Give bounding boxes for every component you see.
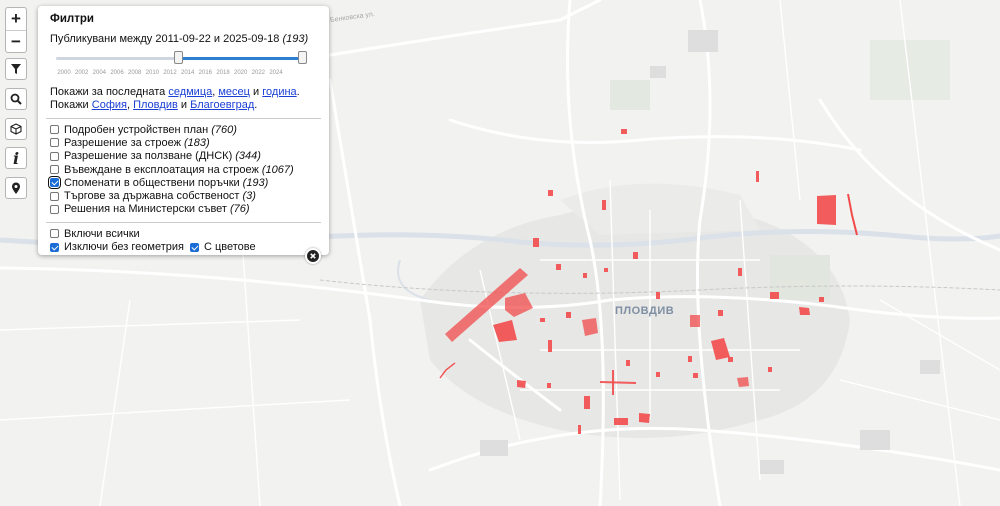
year-tick: 2012: [163, 70, 177, 76]
category-checkbox[interactable]: [48, 176, 61, 190]
close-panel-button[interactable]: [305, 248, 321, 264]
category-row[interactable]: Разрешение за строеж (183): [50, 136, 317, 149]
year-tick: 2024: [269, 70, 283, 76]
link-year[interactable]: година: [262, 86, 296, 98]
year-tick: 2006: [110, 70, 124, 76]
link-blagoevgrad[interactable]: Благоевград: [190, 99, 254, 111]
range-end-handle[interactable]: [298, 51, 307, 64]
link-week[interactable]: седмица: [168, 86, 212, 98]
category-row[interactable]: Въвеждане в експлоатация на строеж (1067): [50, 163, 317, 176]
city-label: ПЛОВДИВ: [615, 305, 675, 317]
filters-panel: Филтри Публикувани между 2011-09-22 и 20…: [38, 6, 329, 255]
year-tick: 2000: [57, 70, 71, 76]
link-sofia[interactable]: София: [92, 99, 127, 111]
options-row: Изключи без геометрия С цветове: [50, 240, 317, 253]
year-tick: 2004: [92, 70, 107, 76]
year-tick: 2002: [74, 70, 89, 76]
year-tick: 2020: [233, 70, 248, 76]
range-count: (193): [282, 33, 309, 45]
exclude-no-geometry-checkbox[interactable]: [50, 242, 59, 252]
zoom-control: + −: [5, 7, 27, 53]
date-range-text: Публикувани между 2011-09-22 и 2025-09-1…: [50, 33, 309, 45]
category-checkbox[interactable]: [50, 138, 59, 148]
category-checkbox[interactable]: [50, 151, 59, 161]
category-checkbox[interactable]: [50, 125, 59, 135]
link-month[interactable]: месец: [218, 86, 250, 98]
category-checkbox[interactable]: [50, 204, 59, 214]
with-colors-checkbox[interactable]: [189, 242, 199, 252]
layers-button[interactable]: [5, 118, 27, 140]
cube-icon: [10, 123, 22, 135]
info-icon: i: [12, 148, 20, 168]
include-all-checkbox[interactable]: [50, 229, 59, 239]
range-to: 2025-09-18: [223, 33, 280, 45]
map-pin-icon: [12, 182, 20, 194]
year-tick: 2008: [127, 70, 142, 76]
close-icon: [307, 250, 319, 262]
info-button[interactable]: i: [5, 147, 27, 169]
category-list: Подробен устройствен план (760) Разрешени…: [48, 123, 317, 216]
category-row[interactable]: Споменати в обществени поръчки (193): [48, 176, 317, 190]
year-tick: 2022: [251, 70, 266, 76]
zoom-out-button[interactable]: −: [6, 30, 26, 53]
include-all-row[interactable]: Включи всички: [50, 227, 317, 240]
year-tick: 2016: [198, 70, 213, 76]
panel-title: Филтри: [50, 13, 94, 25]
date-range-slider[interactable]: [50, 48, 317, 70]
year-ticks: 2000 2002 2004 2006 2008 2010 2012 2014 2016 2018…: [50, 70, 317, 80]
range-from: 2011-09-22: [155, 33, 211, 45]
locate-button[interactable]: [5, 177, 27, 199]
year-tick: 2014: [180, 70, 195, 76]
link-plovdiv[interactable]: Пловдив: [133, 99, 178, 111]
zoom-in-button[interactable]: +: [6, 8, 26, 30]
recent-links: Покажи за последната седмица, месец и го…: [50, 86, 300, 111]
category-row[interactable]: Разрешение за ползване (ДНСК) (344): [50, 150, 317, 163]
filter-button[interactable]: [5, 58, 27, 80]
year-tick: 2018: [216, 70, 230, 76]
range-start-handle[interactable]: [174, 51, 183, 64]
category-checkbox[interactable]: [50, 165, 59, 175]
category-row[interactable]: Подробен устройствен план (760): [50, 123, 317, 136]
category-row[interactable]: Търгове за държавна собственост (3): [50, 189, 317, 202]
category-row[interactable]: Решения на Министерски съвет (76): [50, 203, 317, 216]
magnifier-icon: [10, 93, 22, 105]
year-tick: 2010: [145, 70, 160, 76]
funnel-icon: [11, 64, 21, 74]
search-button[interactable]: [5, 88, 27, 110]
category-checkbox[interactable]: [50, 191, 59, 201]
